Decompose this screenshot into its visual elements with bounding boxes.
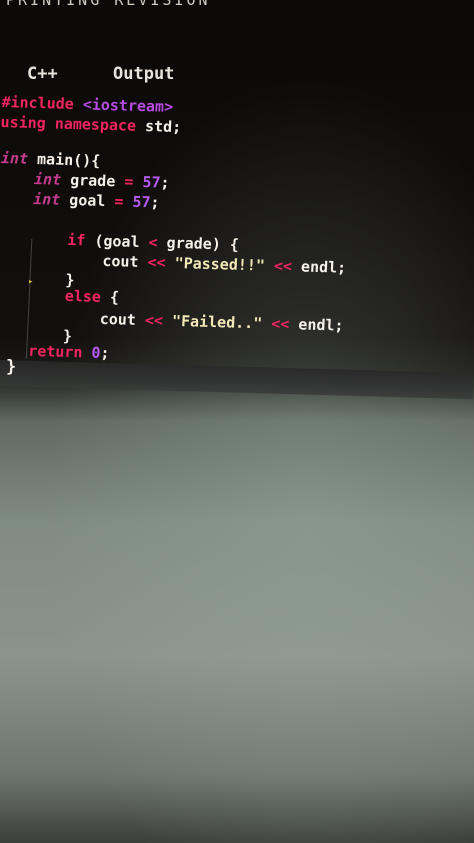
grade-variable: grade bbox=[69, 171, 116, 191]
namespace-keyword: namespace bbox=[54, 114, 137, 135]
else-keyword: else bbox=[64, 286, 102, 306]
stream-operator: << bbox=[273, 256, 293, 276]
tab-bar: C++ Output bbox=[0, 64, 474, 88]
code-line-2: using namespace std; bbox=[0, 112, 181, 137]
code-line-7: cout << "Passed!!" << endl; bbox=[102, 251, 347, 278]
include-directive: #include bbox=[1, 93, 75, 114]
top-cutoff-text: PRINTING REVISION bbox=[0, 0, 474, 14]
tab-cpp[interactable]: C++ bbox=[27, 64, 58, 84]
top-text: PRINTING REVISION bbox=[6, 0, 211, 9]
semicolon: ; bbox=[334, 316, 344, 335]
include-header: <iostream> bbox=[82, 95, 174, 116]
main-parens: (){ bbox=[72, 151, 101, 170]
passed-string: "Passed!!" bbox=[174, 253, 266, 275]
endl-token: endl bbox=[297, 315, 335, 335]
int-type: int bbox=[0, 149, 29, 168]
stream-operator: << bbox=[147, 253, 167, 272]
tab-output[interactable]: Output bbox=[113, 64, 174, 84]
stream-operator: << bbox=[144, 311, 164, 330]
final-brace: } bbox=[6, 357, 17, 377]
return-keyword: return bbox=[27, 341, 83, 362]
assign-operator: = bbox=[123, 172, 134, 191]
close-paren-brace: ) { bbox=[211, 234, 240, 254]
open-brace: { bbox=[109, 288, 120, 307]
int-type: int bbox=[32, 189, 61, 209]
grade-value: 57 bbox=[142, 173, 161, 192]
grade-ref: grade bbox=[166, 233, 213, 253]
semicolon: ; bbox=[100, 343, 110, 363]
closing-brace-line: } bbox=[6, 357, 16, 377]
namespace-name: std bbox=[144, 117, 173, 136]
main-function: main bbox=[36, 150, 74, 170]
code-line-9: else { bbox=[64, 286, 119, 307]
code-editor[interactable]: #include <iostream> using namespace std;… bbox=[0, 92, 474, 395]
assign-operator: = bbox=[114, 192, 124, 211]
code-line-5: int goal = 57; bbox=[33, 189, 160, 213]
endl-token: endl bbox=[300, 257, 338, 277]
stream-operator: << bbox=[270, 314, 290, 334]
cout-call: cout bbox=[99, 309, 137, 329]
less-than-operator: < bbox=[148, 233, 159, 252]
code-line-10: cout << "Failed.." << endl; bbox=[99, 309, 344, 336]
semicolon: ; bbox=[171, 117, 182, 137]
code-line-3: int main(){ bbox=[1, 148, 101, 171]
goal-variable: goal bbox=[68, 190, 106, 210]
goal-value: 57 bbox=[132, 192, 151, 212]
using-keyword: using bbox=[0, 113, 47, 133]
semicolon: ; bbox=[150, 193, 160, 212]
if-keyword: if bbox=[66, 230, 86, 250]
code-line-6: if (goal < grade) { bbox=[67, 230, 239, 255]
cout-call: cout bbox=[102, 251, 139, 271]
breakpoint-marker-icon: ▸ bbox=[28, 277, 34, 287]
goal-ref: goal bbox=[103, 231, 140, 251]
semicolon: ; bbox=[160, 173, 170, 192]
code-line-12: return 0; bbox=[28, 341, 110, 363]
semicolon: ; bbox=[336, 258, 347, 277]
failed-string: "Failed.." bbox=[171, 311, 263, 333]
int-type: int bbox=[33, 169, 62, 189]
